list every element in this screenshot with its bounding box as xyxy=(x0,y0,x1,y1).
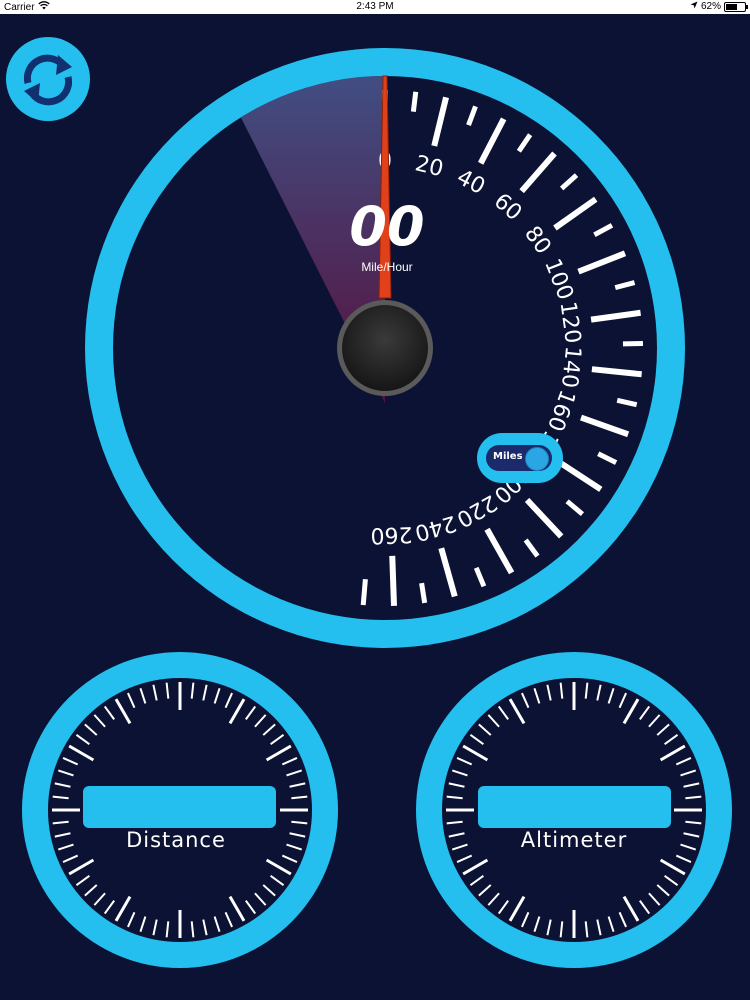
altimeter-label: Altimeter xyxy=(520,828,628,852)
distance-label: Distance xyxy=(126,828,226,852)
unit-toggle[interactable]: Miles xyxy=(477,433,563,483)
unit-toggle-label: Miles xyxy=(493,451,523,462)
distance-value-bar xyxy=(83,786,276,828)
unit-toggle-track: Miles xyxy=(486,445,552,471)
refresh-button[interactable] xyxy=(6,37,90,121)
altimeter-value-bar xyxy=(478,786,671,828)
speed-unit-label: Mile/Hour xyxy=(361,260,413,274)
refresh-icon xyxy=(23,54,73,106)
speed-readout: 00 xyxy=(349,195,425,258)
unit-toggle-knob xyxy=(525,447,549,471)
